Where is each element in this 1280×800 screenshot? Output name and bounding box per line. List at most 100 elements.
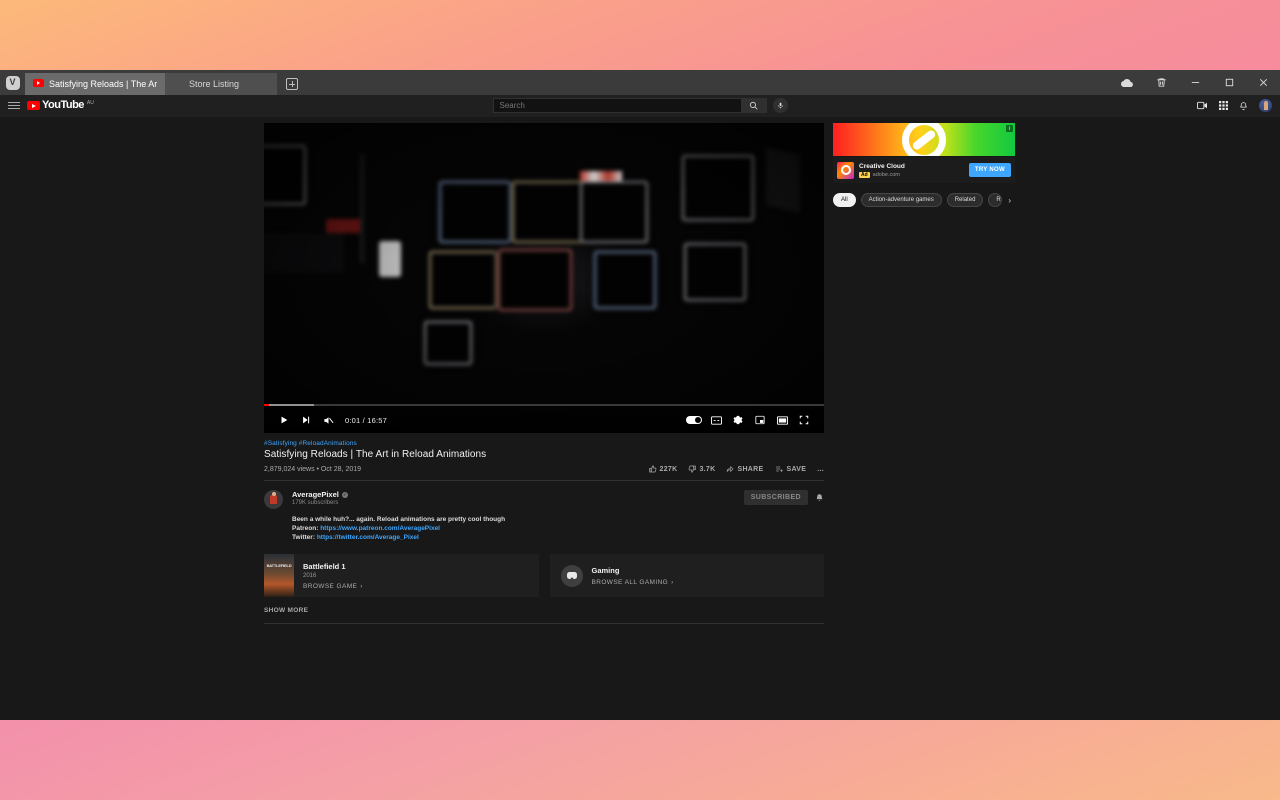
chip-clipped[interactable]: R [988,193,1002,207]
play-icon[interactable] [273,409,295,431]
dislike-button[interactable]: 3.7K [688,465,715,473]
game-box-art: BATTLEFIELD [264,554,294,597]
video-player[interactable]: 0:01 / 16:57 [264,123,824,433]
chrome-store-favicon [173,79,184,90]
tab-label: Satisfying Reloads | The Art [49,79,157,89]
closed-captions-icon[interactable] [705,409,727,431]
search-box[interactable] [493,98,741,113]
game-card-body: Battlefield 1 2016 BROWSE GAME › [303,562,363,590]
save-button[interactable]: SAVE [775,465,807,473]
browser-window: V Satisfying Reloads | The Art Store Lis… [0,70,1280,720]
game-title: Battlefield 1 [303,562,363,571]
ad-title: Creative Cloud [859,163,969,170]
masthead-search-area [0,98,1280,113]
minimize-button[interactable] [1178,70,1212,95]
more-actions-button[interactable]: ... [817,466,824,473]
verified-badge-icon: ✓ [342,492,348,498]
browser-tab-strip: V Satisfying Reloads | The Art Store Lis… [0,70,1280,95]
ad-banner-creative-cloud[interactable]: i [833,123,1015,156]
adobe-creative-cloud-logo [837,162,854,179]
youtube-wordmark: YouTube [42,100,84,111]
notification-bell-icon[interactable] [815,493,824,503]
category-card-gaming[interactable]: Gaming BROWSE ALL GAMING › [550,554,825,597]
save-label: SAVE [787,466,807,473]
window-controls [1110,70,1280,95]
progress-played [264,404,269,406]
like-button[interactable]: 227K [649,465,678,473]
youtube-favicon [33,79,44,90]
game-card-battlefield-1[interactable]: BATTLEFIELD Battlefield 1 2016 BROWSE GA… [264,554,539,597]
browse-game-link[interactable]: BROWSE GAME › [303,583,363,590]
video-hashtags[interactable]: #Satisfying #ReloadAnimations [264,440,824,447]
page-content: 0:01 / 16:57 [264,123,1024,624]
ad-info-icon[interactable]: i [1006,125,1013,132]
account-avatar[interactable] [1259,99,1272,112]
miniplayer-icon[interactable] [749,409,771,431]
youtube-logo[interactable]: YouTube AU [27,100,94,111]
apps-grid-icon[interactable] [1219,101,1228,110]
masthead-left: YouTube AU [8,100,94,111]
subscribe-button[interactable]: SUBSCRIBED [744,490,808,505]
channel-avatar[interactable] [264,490,283,509]
new-tab-button[interactable] [281,73,303,95]
browser-tab-youtube[interactable]: Satisfying Reloads | The Art [25,73,165,95]
ad-url: adobe.com [873,172,900,178]
browser-tab-store-listing[interactable]: Store Listing [165,73,277,95]
search-input[interactable] [500,101,735,110]
primary-column: 0:01 / 16:57 [264,123,824,624]
channel-name-row[interactable]: AveragePixel ✓ [292,490,744,499]
game-year: 2016 [303,573,363,579]
related-filter-chips: All Action-adventure games Related R › [833,193,1015,207]
trash-icon[interactable] [1144,70,1178,95]
show-more-button[interactable]: SHOW MORE [264,607,824,624]
maximize-button[interactable] [1212,70,1246,95]
progress-bar[interactable] [264,404,824,406]
settings-gear-icon[interactable] [727,409,749,431]
close-button[interactable] [1246,70,1280,95]
theater-mode-icon[interactable] [771,409,793,431]
cloud-sync-icon[interactable] [1110,70,1144,95]
channel-actions: SUBSCRIBED [744,490,824,505]
progress-buffered [264,404,314,406]
ad-detail-row[interactable]: Creative Cloud Ad adobe.com TRY NOW [833,157,1015,183]
muted-volume-icon[interactable] [317,409,339,431]
thumbs-up-icon [649,465,657,473]
ad-cta-button[interactable]: TRY NOW [969,163,1011,177]
hamburger-icon[interactable] [8,102,20,109]
fullscreen-icon[interactable] [793,409,815,431]
microphone-icon [777,101,784,110]
plus-icon [286,78,298,90]
description-line-patreon: Patreon: https://www.patreon.com/Average… [292,524,824,533]
twitter-link[interactable]: https://twitter.com/Average_Pixel [317,534,419,541]
tab-label: Store Listing [189,79,239,89]
create-video-icon[interactable] [1197,101,1208,110]
chevron-right-icon[interactable]: › [1008,196,1011,205]
gaming-controller-icon [561,565,583,587]
video-action-buttons: 227K 3.7K SHARE [649,465,824,473]
time-display: 0:01 / 16:57 [345,416,387,425]
chip-action-adventure-games[interactable]: Action-adventure games [861,193,942,207]
vivaldi-menu-button[interactable]: V [0,70,25,95]
patreon-link[interactable]: https://www.patreon.com/AveragePixel [320,525,440,532]
share-arrow-icon [726,465,734,473]
youtube-country-code: AU [87,100,94,106]
voice-search-button[interactable] [773,98,788,113]
ad-url-row: Ad adobe.com [859,172,969,178]
vivaldi-icon: V [6,76,20,90]
twitter-label: Twitter: [292,534,315,541]
category-title: Gaming [592,566,674,575]
masthead-right [1197,99,1272,112]
browse-all-gaming-link[interactable]: BROWSE ALL GAMING › [592,579,674,586]
youtube-masthead: YouTube AU [0,95,1280,117]
share-button[interactable]: SHARE [726,465,763,473]
youtube-play-icon [27,101,40,110]
autoplay-toggle[interactable] [683,409,705,431]
page-title: Satisfying Reloads | The Art in Reload A… [264,449,824,460]
dislike-count: 3.7K [699,466,715,473]
next-video-icon[interactable] [295,409,317,431]
secondary-column: i Creative Cloud Ad adobe.com TRY NOW [833,123,1023,624]
chip-all[interactable]: All [833,193,856,207]
notifications-bell-icon[interactable] [1239,101,1248,111]
chip-related[interactable]: Related [947,193,984,207]
search-button[interactable] [741,98,767,113]
